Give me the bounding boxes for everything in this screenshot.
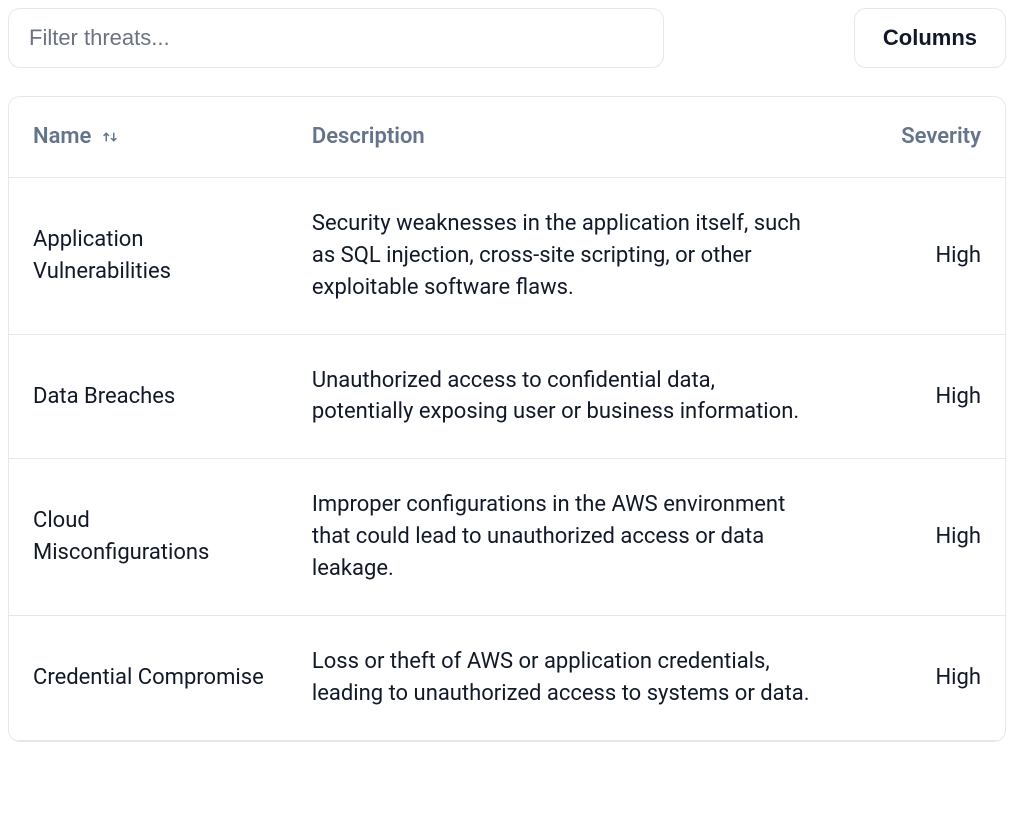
- cell-name: Cloud Misconfigurations: [9, 459, 288, 616]
- cell-description: Improper configurations in the AWS envir…: [288, 459, 846, 616]
- cell-severity: High: [846, 177, 1005, 334]
- table-row[interactable]: Cloud Misconfigurations Improper configu…: [9, 459, 1005, 616]
- column-header-severity-label: Severity: [901, 124, 981, 149]
- column-header-severity[interactable]: Severity: [846, 97, 1005, 177]
- toolbar: Columns: [8, 8, 1006, 68]
- sort-icon: [101, 128, 119, 146]
- column-header-name-label: Name: [33, 121, 91, 153]
- table-header-row: Name Description: [9, 97, 1005, 177]
- threats-table: Name Description: [9, 97, 1005, 741]
- columns-button[interactable]: Columns: [854, 8, 1006, 68]
- cell-severity: High: [846, 616, 1005, 741]
- cell-description: Unauthorized access to confidential data…: [288, 334, 846, 459]
- cell-name: Credential Compromise: [9, 616, 288, 741]
- filter-threats-input[interactable]: [8, 8, 664, 68]
- column-header-description-label: Description: [312, 124, 425, 149]
- cell-description: Loss or theft of AWS or application cred…: [288, 616, 846, 741]
- cell-description: Security weaknesses in the application i…: [288, 177, 846, 334]
- column-header-name[interactable]: Name: [9, 97, 288, 177]
- table-row[interactable]: Application Vulnerabilities Security wea…: [9, 177, 1005, 334]
- cell-name: Application Vulnerabilities: [9, 177, 288, 334]
- cell-name: Data Breaches: [9, 334, 288, 459]
- column-header-description[interactable]: Description: [288, 97, 846, 177]
- cell-severity: High: [846, 459, 1005, 616]
- threats-table-container: Name Description: [8, 96, 1006, 742]
- table-body: Application Vulnerabilities Security wea…: [9, 177, 1005, 740]
- table-row[interactable]: Credential Compromise Loss or theft of A…: [9, 616, 1005, 741]
- table-row[interactable]: Data Breaches Unauthorized access to con…: [9, 334, 1005, 459]
- cell-severity: High: [846, 334, 1005, 459]
